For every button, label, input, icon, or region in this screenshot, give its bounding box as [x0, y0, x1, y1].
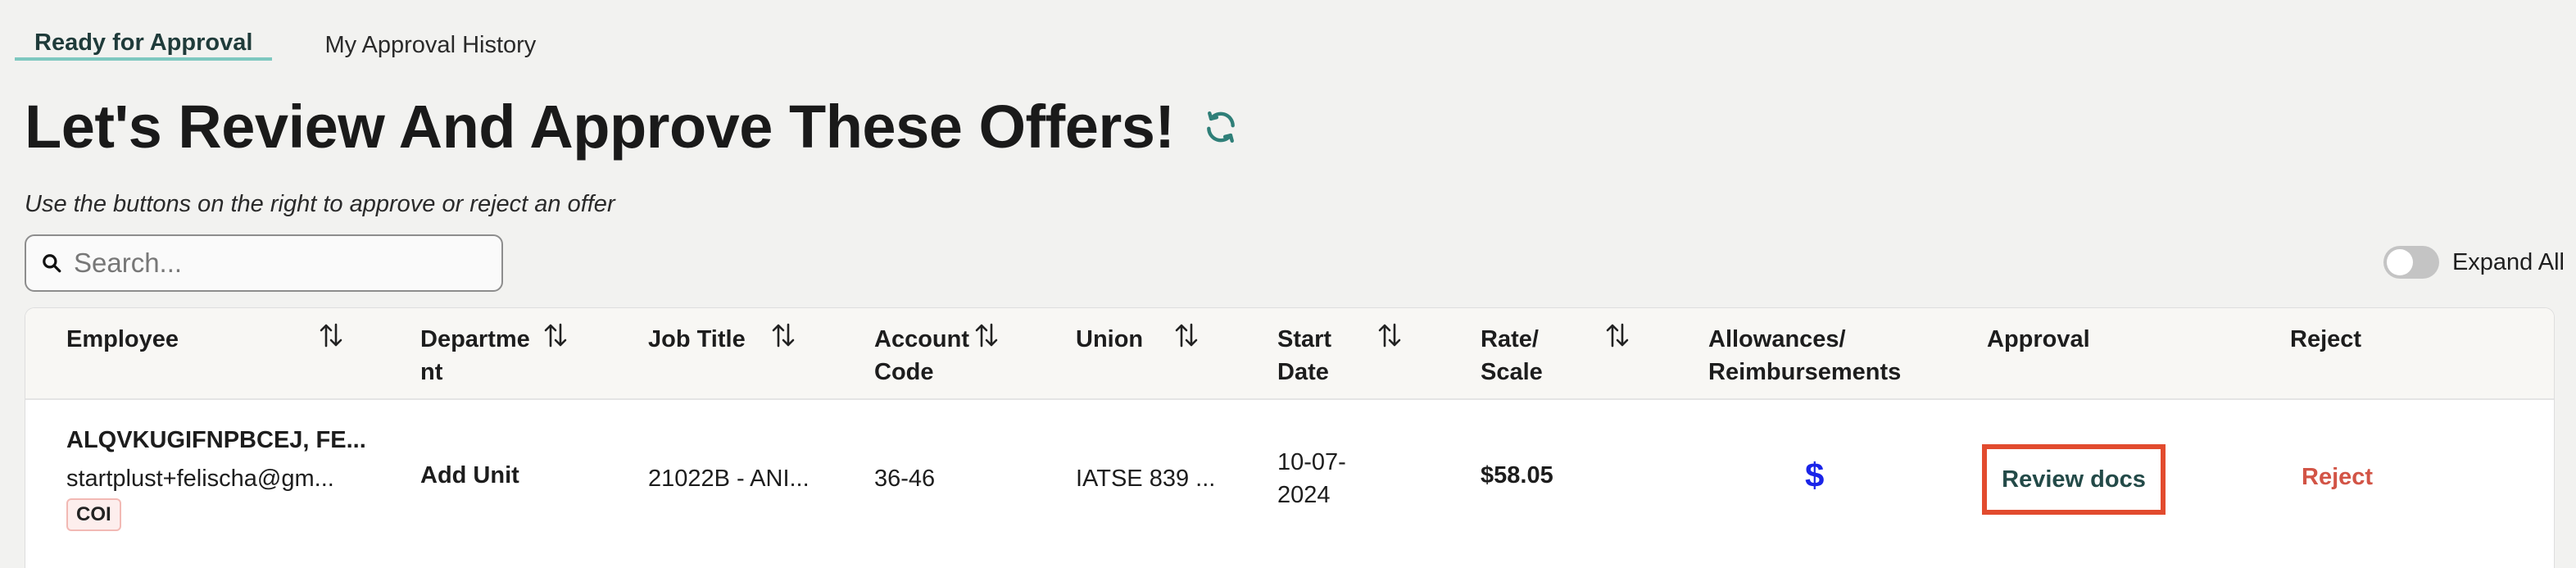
- tab-ready-for-approval[interactable]: Ready for Approval: [15, 16, 273, 61]
- expand-all-label: Expand All: [2451, 248, 2565, 275]
- column-header-department[interactable]: Departme nt: [420, 323, 530, 389]
- union-cell: IATSE 839 ...: [1076, 466, 1216, 492]
- review-docs-button[interactable]: Review docs: [1982, 444, 2166, 515]
- search-box: [25, 234, 503, 292]
- sort-icon[interactable]: [1377, 321, 1402, 349]
- employee-email: startplust+felischa@gm...: [66, 466, 334, 492]
- toggle-knob: [2386, 249, 2413, 275]
- offers-table: Employee Departme nt Job Title Account C…: [25, 307, 2555, 568]
- reject-button[interactable]: Reject: [2302, 464, 2373, 491]
- page-title: Let's Review And Approve These Offers!: [25, 93, 1175, 161]
- sort-icon[interactable]: [1605, 321, 1630, 349]
- search-icon: [43, 254, 61, 273]
- employee-name: ALQVKUGIFNPBCEJ, FE...: [66, 427, 366, 453]
- expand-all-control: Expand All: [2383, 246, 2565, 279]
- account-code-cell: 36-46: [874, 466, 936, 492]
- expand-all-toggle[interactable]: [2383, 246, 2439, 279]
- rate-cell: $58.05: [1481, 462, 1553, 488]
- column-header-union[interactable]: Union: [1076, 323, 1143, 356]
- refresh-icon[interactable]: [1203, 109, 1239, 145]
- job-title-cell: 21022B - ANI...: [648, 466, 810, 492]
- column-header-employee[interactable]: Employee: [66, 323, 179, 356]
- table-header: Employee Departme nt Job Title Account C…: [25, 308, 2554, 400]
- tab-my-approval-history[interactable]: My Approval History: [305, 16, 556, 61]
- sort-icon[interactable]: [771, 321, 796, 349]
- column-header-allowances: Allowances/ Reimbursements: [1708, 326, 1902, 385]
- column-header-rate-scale[interactable]: Rate/ Scale: [1481, 323, 1543, 389]
- tab-bar: Ready for Approval My Approval History: [15, 16, 556, 74]
- column-header-start-date[interactable]: Start Date: [1277, 323, 1331, 389]
- column-header-job-title[interactable]: Job Title: [648, 323, 746, 356]
- column-header-approval: Approval: [1987, 326, 2090, 352]
- column-header-account-code[interactable]: Account Code: [874, 323, 969, 389]
- sort-icon[interactable]: [319, 321, 343, 349]
- dollar-icon[interactable]: $: [1805, 456, 1824, 495]
- department-cell: Add Unit: [420, 462, 519, 488]
- column-header-reject: Reject: [2290, 326, 2362, 352]
- search-input[interactable]: [72, 247, 485, 279]
- start-date-cell: 10-07- 2024: [1277, 449, 1346, 508]
- coi-badge: COI: [66, 498, 121, 531]
- sort-icon[interactable]: [1174, 321, 1199, 349]
- page-subtitle: Use the buttons on the right to approve …: [25, 191, 615, 217]
- sort-icon[interactable]: [974, 321, 999, 349]
- sort-icon[interactable]: [543, 321, 568, 349]
